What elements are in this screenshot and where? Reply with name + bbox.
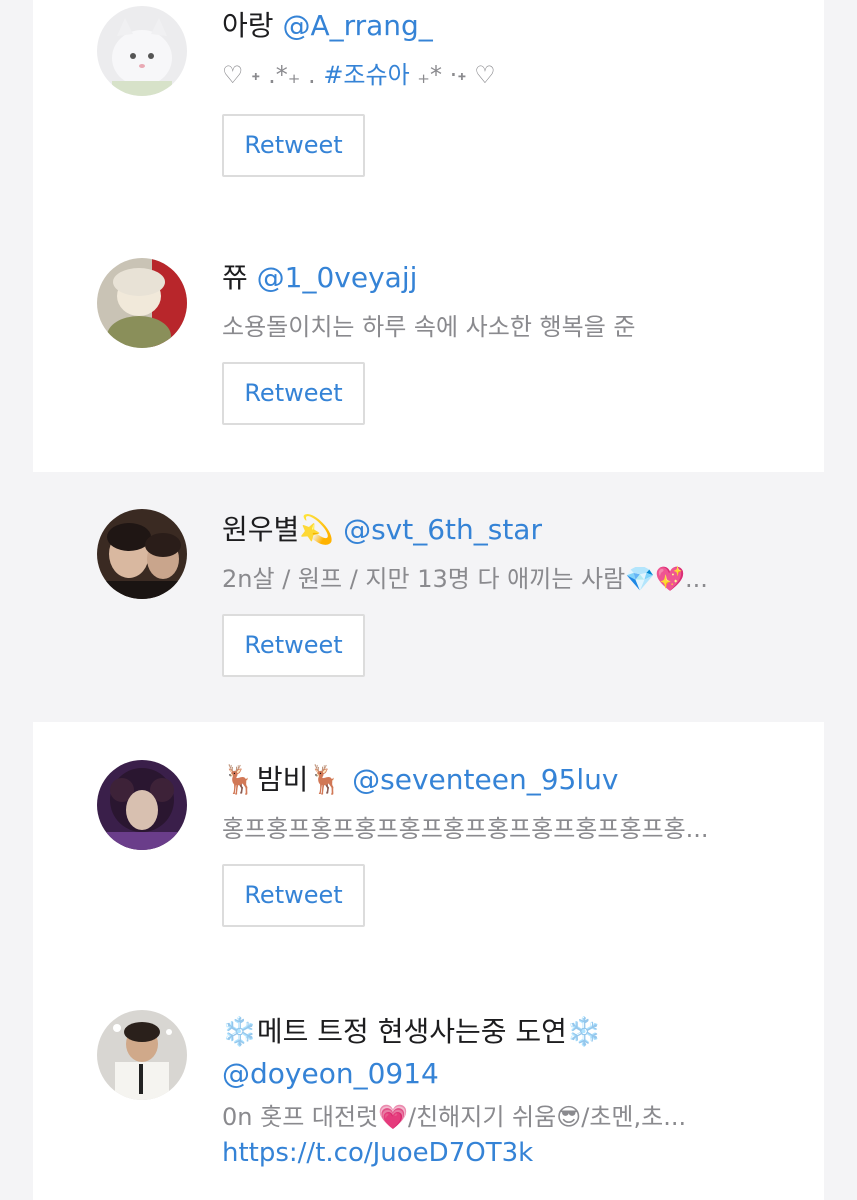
- avatar-image: [97, 6, 187, 96]
- bio-text-prefix: ♡ ˖ .*₊ .: [222, 61, 324, 89]
- user-handle[interactable]: @svt_6th_star: [343, 513, 542, 546]
- user-card: 원우별💫 @svt_6th_star 2n살 / 원프 / 지만 13명 다 애…: [33, 472, 824, 722]
- user-name-line: 원우별💫 @svt_6th_star: [222, 512, 824, 548]
- avatar[interactable]: [97, 6, 187, 96]
- user-handle[interactable]: @seventeen_95luv: [352, 763, 618, 796]
- retweet-button[interactable]: Retweet: [222, 114, 365, 177]
- user-bio: ♡ ˖ .*₊ . #조슈아 ₊* ·˖ ♡: [222, 58, 824, 92]
- avatar-image: [97, 760, 187, 850]
- user-display-name: 원우별💫: [222, 513, 335, 546]
- page: 아랑 @A_rrang_ ♡ ˖ .*₊ . #조슈아 ₊* ·˖ ♡ Retw…: [0, 0, 857, 1200]
- user-name-line: 🦌밤비🦌 @seventeen_95luv: [222, 762, 824, 798]
- bio-hashtag[interactable]: #조슈아: [323, 61, 409, 89]
- user-display-name: ❄️메트 트정 현생사는중 도연❄️: [222, 1015, 602, 1048]
- user-display-name: 쮸: [222, 261, 248, 294]
- user-bio: 2n살 / 원프 / 지만 13명 다 애끼는 사람💎💖...: [222, 565, 708, 593]
- avatar[interactable]: [97, 760, 187, 850]
- user-card: 아랑 @A_rrang_ ♡ ˖ .*₊ . #조슈아 ₊* ·˖ ♡ Retw…: [33, 0, 824, 219]
- user-card: 쮸 @1_0veyajj 소용돌이치는 하루 속에 사소한 행복을 준 Retw…: [33, 219, 824, 472]
- user-display-name: 🦌밤비🦌: [222, 763, 344, 796]
- user-bio: 홍프홍프홍프홍프홍프홍프홍프홍프홍프홍프홍...: [222, 815, 709, 843]
- user-handle[interactable]: @1_0veyajj: [257, 261, 418, 294]
- user-name-line: 아랑 @A_rrang_: [222, 8, 824, 44]
- avatar[interactable]: [97, 1010, 187, 1100]
- avatar[interactable]: [97, 509, 187, 599]
- user-display-name: 아랑: [222, 9, 274, 42]
- avatar-image: [97, 509, 187, 599]
- bio-link[interactable]: https://t.co/JuoeD7OT3k: [222, 1136, 824, 1170]
- retweet-button[interactable]: Retweet: [222, 864, 365, 927]
- retweet-button[interactable]: Retweet: [222, 614, 365, 677]
- avatar[interactable]: [97, 258, 187, 348]
- user-card: ❄️메트 트정 현생사는중 도연❄️ @doyeon_0914 0n 홋프 대전…: [33, 974, 824, 1200]
- user-handle[interactable]: @A_rrang_: [282, 9, 432, 42]
- user-list: 아랑 @A_rrang_ ♡ ˖ .*₊ . #조슈아 ₊* ·˖ ♡ Retw…: [33, 0, 824, 1200]
- avatar-image: [97, 1010, 187, 1100]
- bio-text-suffix: ₊* ·˖ ♡: [409, 61, 496, 89]
- user-bio: 소용돌이치는 하루 속에 사소한 행복을 준: [222, 313, 636, 341]
- avatar-image: [97, 258, 187, 348]
- user-bio: 0n 홋프 대전럿💗/친해지기 쉬움😎/초멘,초...: [222, 1103, 687, 1131]
- user-handle[interactable]: @doyeon_0914: [222, 1056, 824, 1092]
- user-name-line: 쮸 @1_0veyajj: [222, 260, 824, 296]
- user-card: 🦌밤비🦌 @seventeen_95luv 홍프홍프홍프홍프홍프홍프홍프홍프홍프…: [33, 722, 824, 974]
- retweet-button[interactable]: Retweet: [222, 362, 365, 425]
